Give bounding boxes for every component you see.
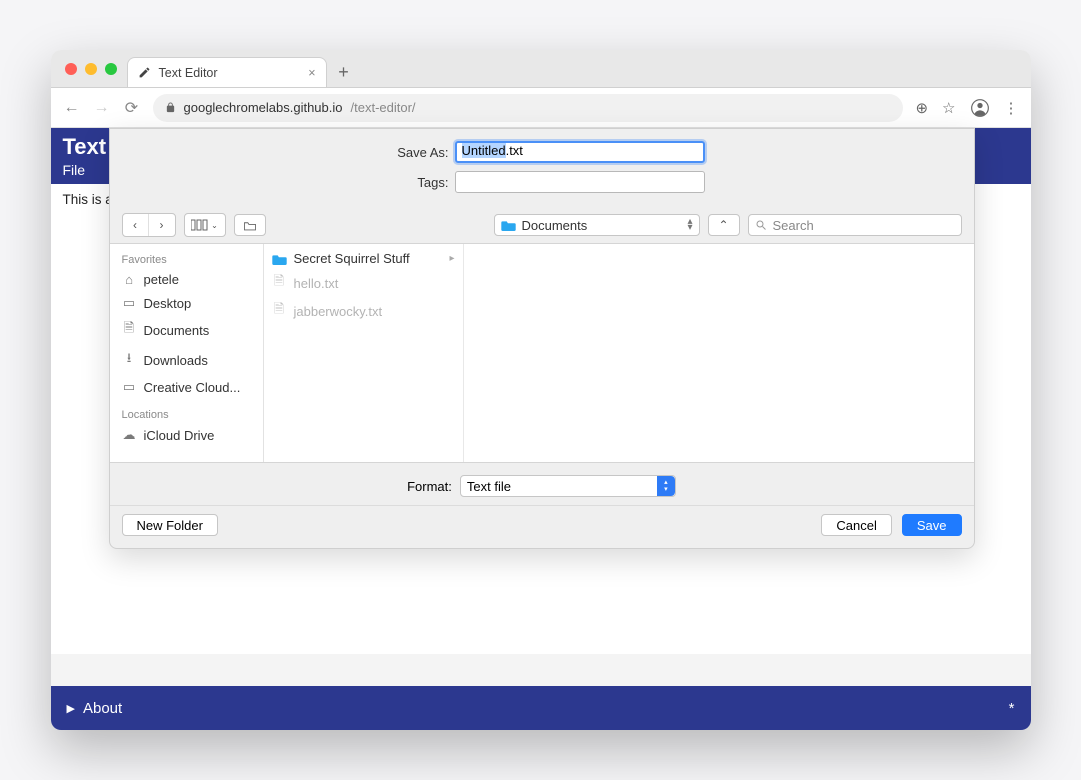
search-placeholder: Search: [773, 218, 814, 233]
file-row[interactable]: 🗎 hello.txt: [264, 269, 463, 297]
back-button[interactable]: ←: [63, 99, 81, 117]
cancel-button[interactable]: Cancel: [821, 514, 891, 536]
format-select[interactable]: Text file ▴▾: [460, 475, 676, 497]
chevron-right-icon: ▸: [449, 253, 454, 264]
maximize-window-icon[interactable]: [105, 63, 117, 75]
dialog-footer: New Folder Cancel Save: [110, 505, 974, 548]
new-tab-button[interactable]: +: [327, 57, 361, 87]
address-bar[interactable]: googlechromelabs.github.io/text-editor/: [153, 94, 904, 122]
locations-header: Locations: [114, 405, 259, 423]
save-as-label: Save As:: [379, 145, 449, 160]
sidebar-item-icloud[interactable]: ☁iCloud Drive: [114, 423, 259, 447]
nav-back-forward: ‹ ›: [122, 213, 176, 237]
profile-avatar-icon[interactable]: [970, 98, 990, 118]
folder-icon: [272, 253, 287, 265]
select-stepper-icon: ▴▾: [657, 476, 675, 496]
format-label: Format:: [407, 479, 452, 494]
view-mode-segment: ⌄: [184, 213, 226, 237]
desktop-icon: ▭: [122, 295, 137, 311]
nav-forward-button[interactable]: ›: [149, 214, 175, 236]
about-label: About: [83, 700, 122, 717]
favorites-header: Favorites: [114, 250, 259, 268]
collapse-button[interactable]: ⌃: [708, 214, 740, 236]
folder-row[interactable]: Secret Squirrel Stuff ▸: [264, 248, 463, 269]
folder-up-button[interactable]: [234, 214, 266, 236]
sidebar-item-downloads[interactable]: ⭳Downloads: [114, 345, 259, 375]
new-folder-button[interactable]: New Folder: [122, 514, 218, 536]
file-name: hello.txt: [294, 276, 339, 291]
home-icon: ⌂: [122, 272, 137, 287]
sidebar-item-home[interactable]: ⌂petele: [114, 268, 259, 291]
dropdown-stepper-icon: ▴▾: [687, 219, 692, 231]
tab-title: Text Editor: [159, 66, 218, 80]
dialog-nav-bar: ‹ › ⌄ Documents: [110, 207, 974, 243]
about-bar[interactable]: ▶ About *: [51, 686, 1031, 730]
toolbar-icons: ⊕ ☆ ⋮: [915, 98, 1018, 118]
save-dialog: Save As: Untitled.txt Tags: ‹ › ⌄: [109, 128, 975, 549]
tags-input[interactable]: [455, 171, 705, 193]
close-window-icon[interactable]: [65, 63, 77, 75]
dialog-top: Save As: Untitled.txt Tags:: [110, 129, 974, 207]
filename-ext: .txt: [506, 143, 523, 158]
browser-toolbar: ← → ⟳ googlechromelabs.github.io/text-ed…: [51, 88, 1031, 128]
search-field[interactable]: Search: [748, 214, 962, 236]
format-value: Text file: [467, 479, 511, 494]
file-browser: Favorites ⌂petele ▭Desktop 🗎Documents ⭳D…: [110, 243, 974, 463]
format-row: Format: Text file ▴▾: [110, 463, 974, 505]
folder-icon: ▭: [122, 379, 137, 395]
filename-input[interactable]: Untitled.txt: [455, 141, 705, 163]
search-icon: [755, 219, 767, 231]
minimize-window-icon[interactable]: [85, 63, 97, 75]
save-button[interactable]: Save: [902, 514, 962, 536]
tab-strip: Text Editor × +: [51, 50, 1031, 88]
browser-window: Text Editor × + ← → ⟳ googlechromelabs.g…: [51, 50, 1031, 730]
page-content: Text File This is a n ▶ About * Save As:…: [51, 128, 1031, 730]
install-app-icon[interactable]: ⊕: [915, 99, 928, 117]
location-dropdown[interactable]: Documents ▴▾: [494, 214, 700, 236]
sidebar-item-desktop[interactable]: ▭Desktop: [114, 291, 259, 315]
cloud-icon: ☁: [122, 427, 137, 443]
folder-icon: [501, 219, 516, 231]
pencil-icon: [138, 66, 151, 79]
file-column-empty: [464, 244, 974, 462]
tab-close-button[interactable]: ×: [308, 66, 315, 80]
window-controls: [59, 50, 127, 87]
forward-button[interactable]: →: [93, 99, 111, 117]
kebab-menu-icon[interactable]: ⋮: [1004, 99, 1019, 117]
sidebar: Favorites ⌂petele ▭Desktop 🗎Documents ⭳D…: [110, 244, 264, 462]
downloads-icon: ⭳: [122, 349, 137, 371]
documents-icon: 🗎: [122, 319, 137, 341]
lock-icon: [165, 101, 176, 114]
url-path: /text-editor/: [351, 100, 416, 115]
sidebar-item-documents[interactable]: 🗎Documents: [114, 315, 259, 345]
file-name: jabberwocky.txt: [294, 304, 383, 319]
browser-tab[interactable]: Text Editor ×: [127, 57, 327, 87]
columns-view-button[interactable]: ⌄: [185, 214, 225, 236]
reload-button[interactable]: ⟳: [123, 98, 141, 118]
sidebar-item-creative-cloud[interactable]: ▭Creative Cloud...: [114, 375, 259, 399]
url-host: googlechromelabs.github.io: [184, 100, 343, 115]
bookmark-star-icon[interactable]: ☆: [942, 99, 955, 117]
file-icon: 🗎: [272, 300, 287, 322]
folder-name: Secret Squirrel Stuff: [294, 251, 410, 266]
file-column: Secret Squirrel Stuff ▸ 🗎 hello.txt 🗎 ja…: [264, 244, 464, 462]
filename-selected: Untitled: [462, 143, 506, 158]
file-icon: 🗎: [272, 272, 287, 294]
location-name: Documents: [522, 218, 588, 233]
tags-label: Tags:: [379, 175, 449, 190]
disclosure-triangle-icon: ▶: [67, 702, 75, 715]
file-row[interactable]: 🗎 jabberwocky.txt: [264, 297, 463, 325]
modified-indicator: *: [1009, 700, 1015, 717]
nav-back-button[interactable]: ‹: [123, 214, 149, 236]
